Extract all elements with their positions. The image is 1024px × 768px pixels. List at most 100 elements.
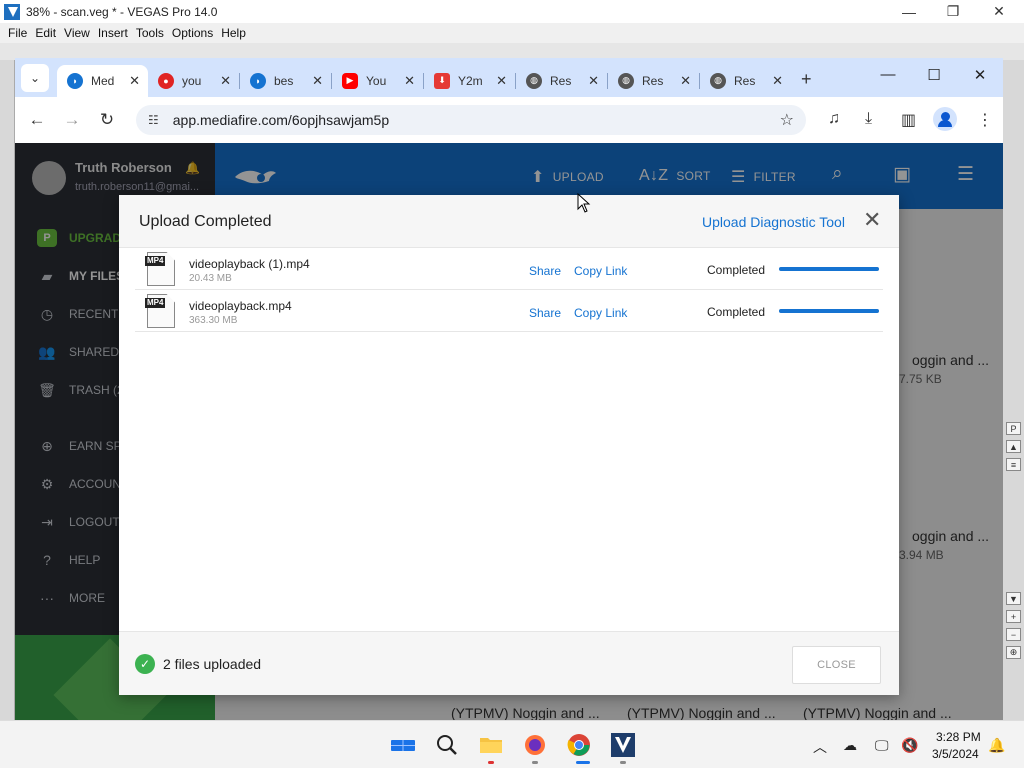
close-icon[interactable]: ✕ (312, 73, 323, 89)
file-name: videoplayback (1).mp4 (189, 257, 310, 271)
close-icon[interactable]: ✕ (404, 73, 415, 89)
vegas-zoom-fit-icon[interactable]: ⊕ (1006, 646, 1021, 659)
globe-icon: ◍ (618, 72, 634, 89)
volume-muted-icon[interactable]: 🔇 (901, 737, 918, 754)
forward-button[interactable]: → (57, 110, 87, 130)
vegas-panel-pin-icon[interactable]: P (1006, 422, 1021, 435)
vegas-close-button[interactable]: ✕ (976, 0, 1022, 23)
copy-link[interactable]: Copy Link (574, 306, 627, 320)
menu-insert[interactable]: Insert (98, 26, 128, 40)
vegas-titlebar: 38% - scan.veg * - VEGAS Pro 14.0 — ❐ ✕ (0, 0, 1024, 23)
share-link[interactable]: Share (529, 264, 561, 278)
download-icon[interactable]: ⤓ (865, 110, 872, 128)
clock-date[interactable]: 3/5/2024 (932, 747, 979, 761)
menu-file[interactable]: File (8, 26, 27, 40)
close-icon[interactable]: ✕ (588, 73, 599, 89)
toolbar: ← → ↻ ☷ app.mediafire.com/6opjhsawjam5p … (15, 97, 1003, 143)
globe-icon: ◍ (526, 72, 542, 89)
close-icon[interactable]: ✕ (129, 73, 140, 89)
vegas-scroll-down-icon[interactable]: ▼ (1006, 592, 1021, 605)
chrome-window: ⌄ ◗ Med ✕ ● you ✕ ◗ bes ✕ ▶ You ✕ ⬇ Y2m … (15, 58, 1003, 720)
menu-view[interactable]: View (64, 26, 90, 40)
check-circle-icon: ✓ (135, 654, 155, 674)
upload-row: MP4 videoplayback.mp4 363.30 MB Share Co… (135, 290, 883, 332)
upload-row: MP4 videoplayback (1).mp4 20.43 MB Share… (135, 248, 883, 290)
bookmark-star-icon[interactable]: ☆ (780, 110, 794, 130)
windows-start-icon[interactable] (389, 731, 417, 759)
close-button[interactable]: CLOSE (792, 646, 881, 684)
menu-help[interactable]: Help (221, 26, 246, 40)
tab-title: Res (734, 73, 756, 88)
address-bar[interactable]: ☷ app.mediafire.com/6opjhsawjam5p ☆ (136, 105, 806, 135)
taskbar: ︿ ☁ 🖵 🔇 3:28 PM 3/5/2024 🔔 (0, 720, 1024, 768)
new-tab-button[interactable]: + (801, 69, 812, 90)
vegas-menubar: File Edit View Insert Tools Options Help (0, 23, 1024, 43)
tab-youtube[interactable]: ▶ You ✕ (332, 65, 423, 97)
profile-avatar-icon[interactable] (933, 107, 957, 131)
chrome-close-button[interactable]: ✕ (957, 66, 1003, 84)
vegas-logo-icon (4, 3, 20, 20)
side-panel-icon[interactable]: ▥ (901, 110, 916, 130)
close-icon[interactable]: ✕ (772, 73, 783, 89)
reload-button[interactable]: ↻ (92, 110, 122, 130)
back-button[interactable]: ← (22, 110, 52, 130)
tab-res-3[interactable]: ◍ Res ✕ (700, 65, 791, 97)
notification-bell-icon[interactable]: 🔔 (988, 737, 1005, 754)
file-type-badge: MP4 (145, 256, 166, 266)
menu-tools[interactable]: Tools (136, 26, 164, 40)
vegas-restore-button[interactable]: ❐ (930, 0, 976, 23)
tab-title: bes (274, 73, 294, 88)
mouse-cursor-icon (577, 193, 591, 213)
tab-title: Res (642, 73, 664, 88)
close-icon[interactable]: ✕ (863, 209, 881, 231)
app-active-indicator (576, 761, 590, 764)
mp4-file-icon: MP4 (145, 294, 177, 328)
onedrive-icon[interactable]: ☁ (843, 737, 857, 754)
vegas-minimize-button[interactable]: — (886, 0, 932, 23)
upload-diagnostic-tool-link[interactable]: Upload Diagnostic Tool (702, 214, 845, 230)
network-icon[interactable]: 🖵 (875, 737, 889, 754)
file-name: videoplayback.mp4 (189, 299, 292, 313)
menu-edit[interactable]: Edit (35, 26, 56, 40)
close-icon[interactable]: ✕ (220, 73, 231, 89)
tab-search-button[interactable]: ⌄ (21, 63, 49, 92)
mediafire-icon: ◗ (67, 72, 83, 89)
globe-icon: ◍ (710, 72, 726, 89)
vegas-scroll-up-icon[interactable]: ▲ (1006, 440, 1021, 453)
menu-options[interactable]: Options (172, 26, 213, 40)
share-link[interactable]: Share (529, 306, 561, 320)
clock-time[interactable]: 3:28 PM (936, 730, 981, 744)
vegas-window-title: 38% - scan.veg * - VEGAS Pro 14.0 (26, 4, 218, 19)
vegas-scroll-thumb-icon[interactable]: ≡ (1006, 458, 1021, 471)
site-info-icon[interactable]: ☷ (148, 113, 159, 127)
tab-y2mate[interactable]: ⬇ Y2m ✕ (424, 65, 515, 97)
close-icon[interactable]: ✕ (680, 73, 691, 89)
copy-link[interactable]: Copy Link (574, 264, 627, 278)
dialog-header: Upload Completed Upload Diagnostic Tool … (119, 195, 899, 248)
url-text[interactable]: app.mediafire.com/6opjhsawjam5p (173, 112, 389, 128)
tab-strip: ⌄ ◗ Med ✕ ● you ✕ ◗ bes ✕ ▶ You ✕ ⬇ Y2m … (15, 58, 1003, 97)
vegas-zoom-out-icon[interactable]: − (1006, 628, 1021, 641)
chrome-minimize-button[interactable]: — (865, 66, 911, 83)
vegas-zoom-in-icon[interactable]: + (1006, 610, 1021, 623)
dialog-footer: ✓ 2 files uploaded CLOSE (119, 631, 899, 695)
chrome-maximize-button[interactable]: ☐ (911, 66, 957, 84)
chevron-up-icon[interactable]: ︿ (813, 737, 827, 757)
upload-progress-bar (779, 267, 879, 271)
file-explorer-icon[interactable] (477, 731, 505, 759)
app-running-indicator (488, 761, 494, 764)
search-icon[interactable] (433, 731, 461, 759)
tab-youtube-alt[interactable]: ● you ✕ (148, 65, 239, 97)
tab-res-1[interactable]: ◍ Res ✕ (516, 65, 607, 97)
chrome-icon[interactable] (565, 731, 593, 759)
firefox-icon[interactable] (521, 731, 549, 759)
tab-mediafire-2[interactable]: ◗ bes ✕ (240, 65, 331, 97)
menu-kebab-icon[interactable]: ⋮ (977, 110, 993, 130)
media-controls-icon[interactable]: ♫ (828, 110, 840, 128)
youtube-alt-icon: ● (158, 72, 174, 89)
close-icon[interactable]: ✕ (496, 73, 507, 89)
tab-mediafire[interactable]: ◗ Med ✕ (57, 64, 148, 97)
vegas-pro-icon[interactable] (609, 731, 637, 759)
upload-progress-fill (779, 267, 879, 271)
tab-res-2[interactable]: ◍ Res ✕ (608, 65, 699, 97)
